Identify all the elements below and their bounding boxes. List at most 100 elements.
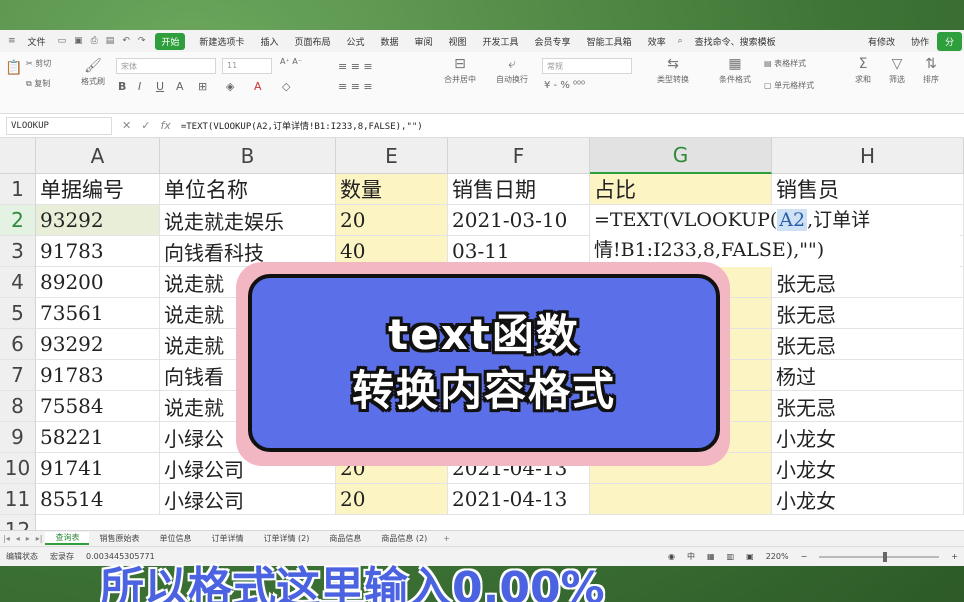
tab-review[interactable]: 审阅 <box>407 35 441 48</box>
header-cell-f[interactable]: 销售日期 <box>448 174 590 205</box>
command-search[interactable]: 查找命令、搜索模板 <box>687 35 784 48</box>
collab-button[interactable]: 协作 <box>903 35 937 48</box>
tab-page-layout[interactable]: 页面布局 <box>286 35 338 48</box>
row-header-4[interactable]: 4 <box>0 267 36 298</box>
currency-button[interactable]: ¥ - % ⁰⁰⁰ <box>544 80 585 91</box>
confirm-icon[interactable]: ✓ <box>141 119 150 132</box>
strike-button[interactable]: A <box>176 80 184 93</box>
menu-file[interactable]: 文件 <box>20 35 54 48</box>
name-box[interactable]: VLOOKUP <box>6 116 112 135</box>
tab-new-tab[interactable]: 新建选项卡 <box>191 35 252 48</box>
cell-h8[interactable]: 张无忌 <box>772 391 964 422</box>
cell-a7[interactable]: 91783 <box>36 360 160 391</box>
save-icon[interactable]: ▣ <box>70 36 87 46</box>
first-sheet-icon[interactable]: |◂ <box>0 534 13 543</box>
tab-view[interactable]: 视图 <box>441 35 475 48</box>
font-family-select[interactable]: 宋体 <box>116 58 216 74</box>
undo-icon[interactable]: ↶ <box>118 36 134 46</box>
cell-h6[interactable]: 张无忌 <box>772 329 964 360</box>
cell-h11[interactable]: 小龙女 <box>772 484 964 515</box>
print-icon[interactable]: ⎙ <box>87 36 102 46</box>
border-button[interactable]: ⊞ <box>198 80 207 93</box>
next-sheet-icon[interactable]: ▸ <box>23 534 33 543</box>
header-cell-g[interactable]: 占比 <box>590 174 772 205</box>
cell-a8[interactable]: 75584 <box>36 391 160 422</box>
cut-button[interactable]: ✂ 剪切 <box>26 58 51 69</box>
fill-color-button[interactable]: ◈ <box>226 80 234 93</box>
normal-view-icon[interactable]: ▦ <box>701 552 721 561</box>
menu-icon[interactable]: ≡ <box>4 36 20 46</box>
tab-order-details-2[interactable]: 订单详情 (2) <box>253 533 319 544</box>
cell-g11[interactable] <box>590 484 772 515</box>
format-painter-button[interactable]: 🖌 格式刷 <box>78 58 108 87</box>
filter-button[interactable]: ▽ 筛选 <box>884 56 910 85</box>
row-header-6[interactable]: 6 <box>0 329 36 360</box>
tab-start[interactable]: 开始 <box>155 32 186 50</box>
cell-h7[interactable]: 杨过 <box>772 360 964 391</box>
cell-h5[interactable]: 张无忌 <box>772 298 964 329</box>
cell-f11[interactable]: 2021-04-13 <box>448 484 590 515</box>
clear-format-button[interactable]: ◇ <box>282 80 290 93</box>
number-format-select[interactable]: 常规 <box>542 58 632 74</box>
conditional-format-button[interactable]: ▦ 条件格式 <box>712 56 758 85</box>
column-header-g[interactable]: G <box>590 138 772 174</box>
cell-a9[interactable]: 58221 <box>36 422 160 453</box>
cell-formula-editor[interactable]: =TEXT(VLOOKUP(A2 ,订单详 情!B1:I233,8,FALSE),"… <box>590 205 960 267</box>
cell-a3[interactable]: 91783 <box>36 236 160 267</box>
prev-sheet-icon[interactable]: ◂ <box>13 534 23 543</box>
cell-a11[interactable]: 85514 <box>36 484 160 515</box>
cell-a2[interactable]: 93292 <box>36 205 160 236</box>
tab-order-details[interactable]: 订单详情 <box>201 533 253 544</box>
underline-button[interactable]: U <box>156 80 164 93</box>
cell-style-button[interactable]: ▢ 单元格样式 <box>764 80 814 91</box>
macro-button[interactable]: 宏录存 <box>44 551 80 562</box>
tab-smart-tools[interactable]: 智能工具箱 <box>579 35 640 48</box>
header-cell-a[interactable]: 单据编号 <box>36 174 160 205</box>
row-header-5[interactable]: 5 <box>0 298 36 329</box>
last-sheet-icon[interactable]: ▸| <box>33 534 46 543</box>
cell-a6[interactable]: 93292 <box>36 329 160 360</box>
paste-button[interactable]: 📋 <box>4 60 24 76</box>
edit-status-button[interactable]: 有修改 <box>860 35 903 48</box>
merge-center-button[interactable]: ⊟ 合并居中 <box>436 56 484 85</box>
align-top-button[interactable]: ≡ ≡ ≡ <box>338 60 373 73</box>
zoom-level[interactable]: 220% <box>760 552 795 561</box>
tab-efficiency[interactable]: 效率 <box>640 35 674 48</box>
row-header-11[interactable]: 11 <box>0 484 36 515</box>
zoom-slider[interactable] <box>819 551 940 562</box>
align-left-button[interactable]: ≡ ≡ ≡ <box>338 80 373 93</box>
cancel-icon[interactable]: ✕ <box>122 119 131 132</box>
redo-icon[interactable]: ↷ <box>134 36 150 46</box>
header-cell-b[interactable]: 单位名称 <box>160 174 336 205</box>
cell-e2[interactable]: 20 <box>336 205 448 236</box>
cell-h9[interactable]: 小龙女 <box>772 422 964 453</box>
grow-font-button[interactable]: A⁺ A⁻ <box>280 57 302 66</box>
cell-e11[interactable]: 20 <box>336 484 448 515</box>
tab-developer[interactable]: 开发工具 <box>475 35 527 48</box>
tab-product-info-2[interactable]: 商品信息 (2) <box>371 533 437 544</box>
page-layout-icon[interactable]: ▥ <box>721 552 741 561</box>
zoom-in-icon[interactable]: + <box>945 552 964 561</box>
header-cell-h[interactable]: 销售员 <box>772 174 964 205</box>
row-header-3[interactable]: 3 <box>0 236 36 267</box>
cell-h4[interactable]: 张无忌 <box>772 267 964 298</box>
formula-input[interactable]: =TEXT(VLOOKUP(A2,订单详情!B1:I233,8,FALSE),"… <box>181 119 423 132</box>
row-header-1[interactable]: 1 <box>0 174 36 205</box>
tab-query[interactable]: 查询表 <box>45 532 90 545</box>
folder-icon[interactable]: ▭ <box>54 36 71 46</box>
type-convert-button[interactable]: ⇆ 类型转换 <box>650 56 696 85</box>
tab-product-info[interactable]: 商品信息 <box>319 533 371 544</box>
column-header-a[interactable]: A <box>36 138 160 174</box>
row-header-8[interactable]: 8 <box>0 391 36 422</box>
sort-button[interactable]: ⇅ 排序 <box>918 56 944 85</box>
italic-button[interactable]: I <box>138 80 141 93</box>
fx-button[interactable]: fx <box>160 119 170 132</box>
wrap-text-button[interactable]: ⤶ 自动换行 <box>488 56 536 85</box>
cell-f2[interactable]: 2021-03-10 <box>448 205 590 236</box>
page-break-icon[interactable]: ▣ <box>740 552 760 561</box>
cell-a10[interactable]: 91741 <box>36 453 160 484</box>
cell-b11[interactable]: 小绿公司 <box>160 484 336 515</box>
tab-insert[interactable]: 插入 <box>252 35 286 48</box>
tab-data[interactable]: 数据 <box>372 35 406 48</box>
copy-button[interactable]: ⧉ 复制 <box>26 78 50 89</box>
